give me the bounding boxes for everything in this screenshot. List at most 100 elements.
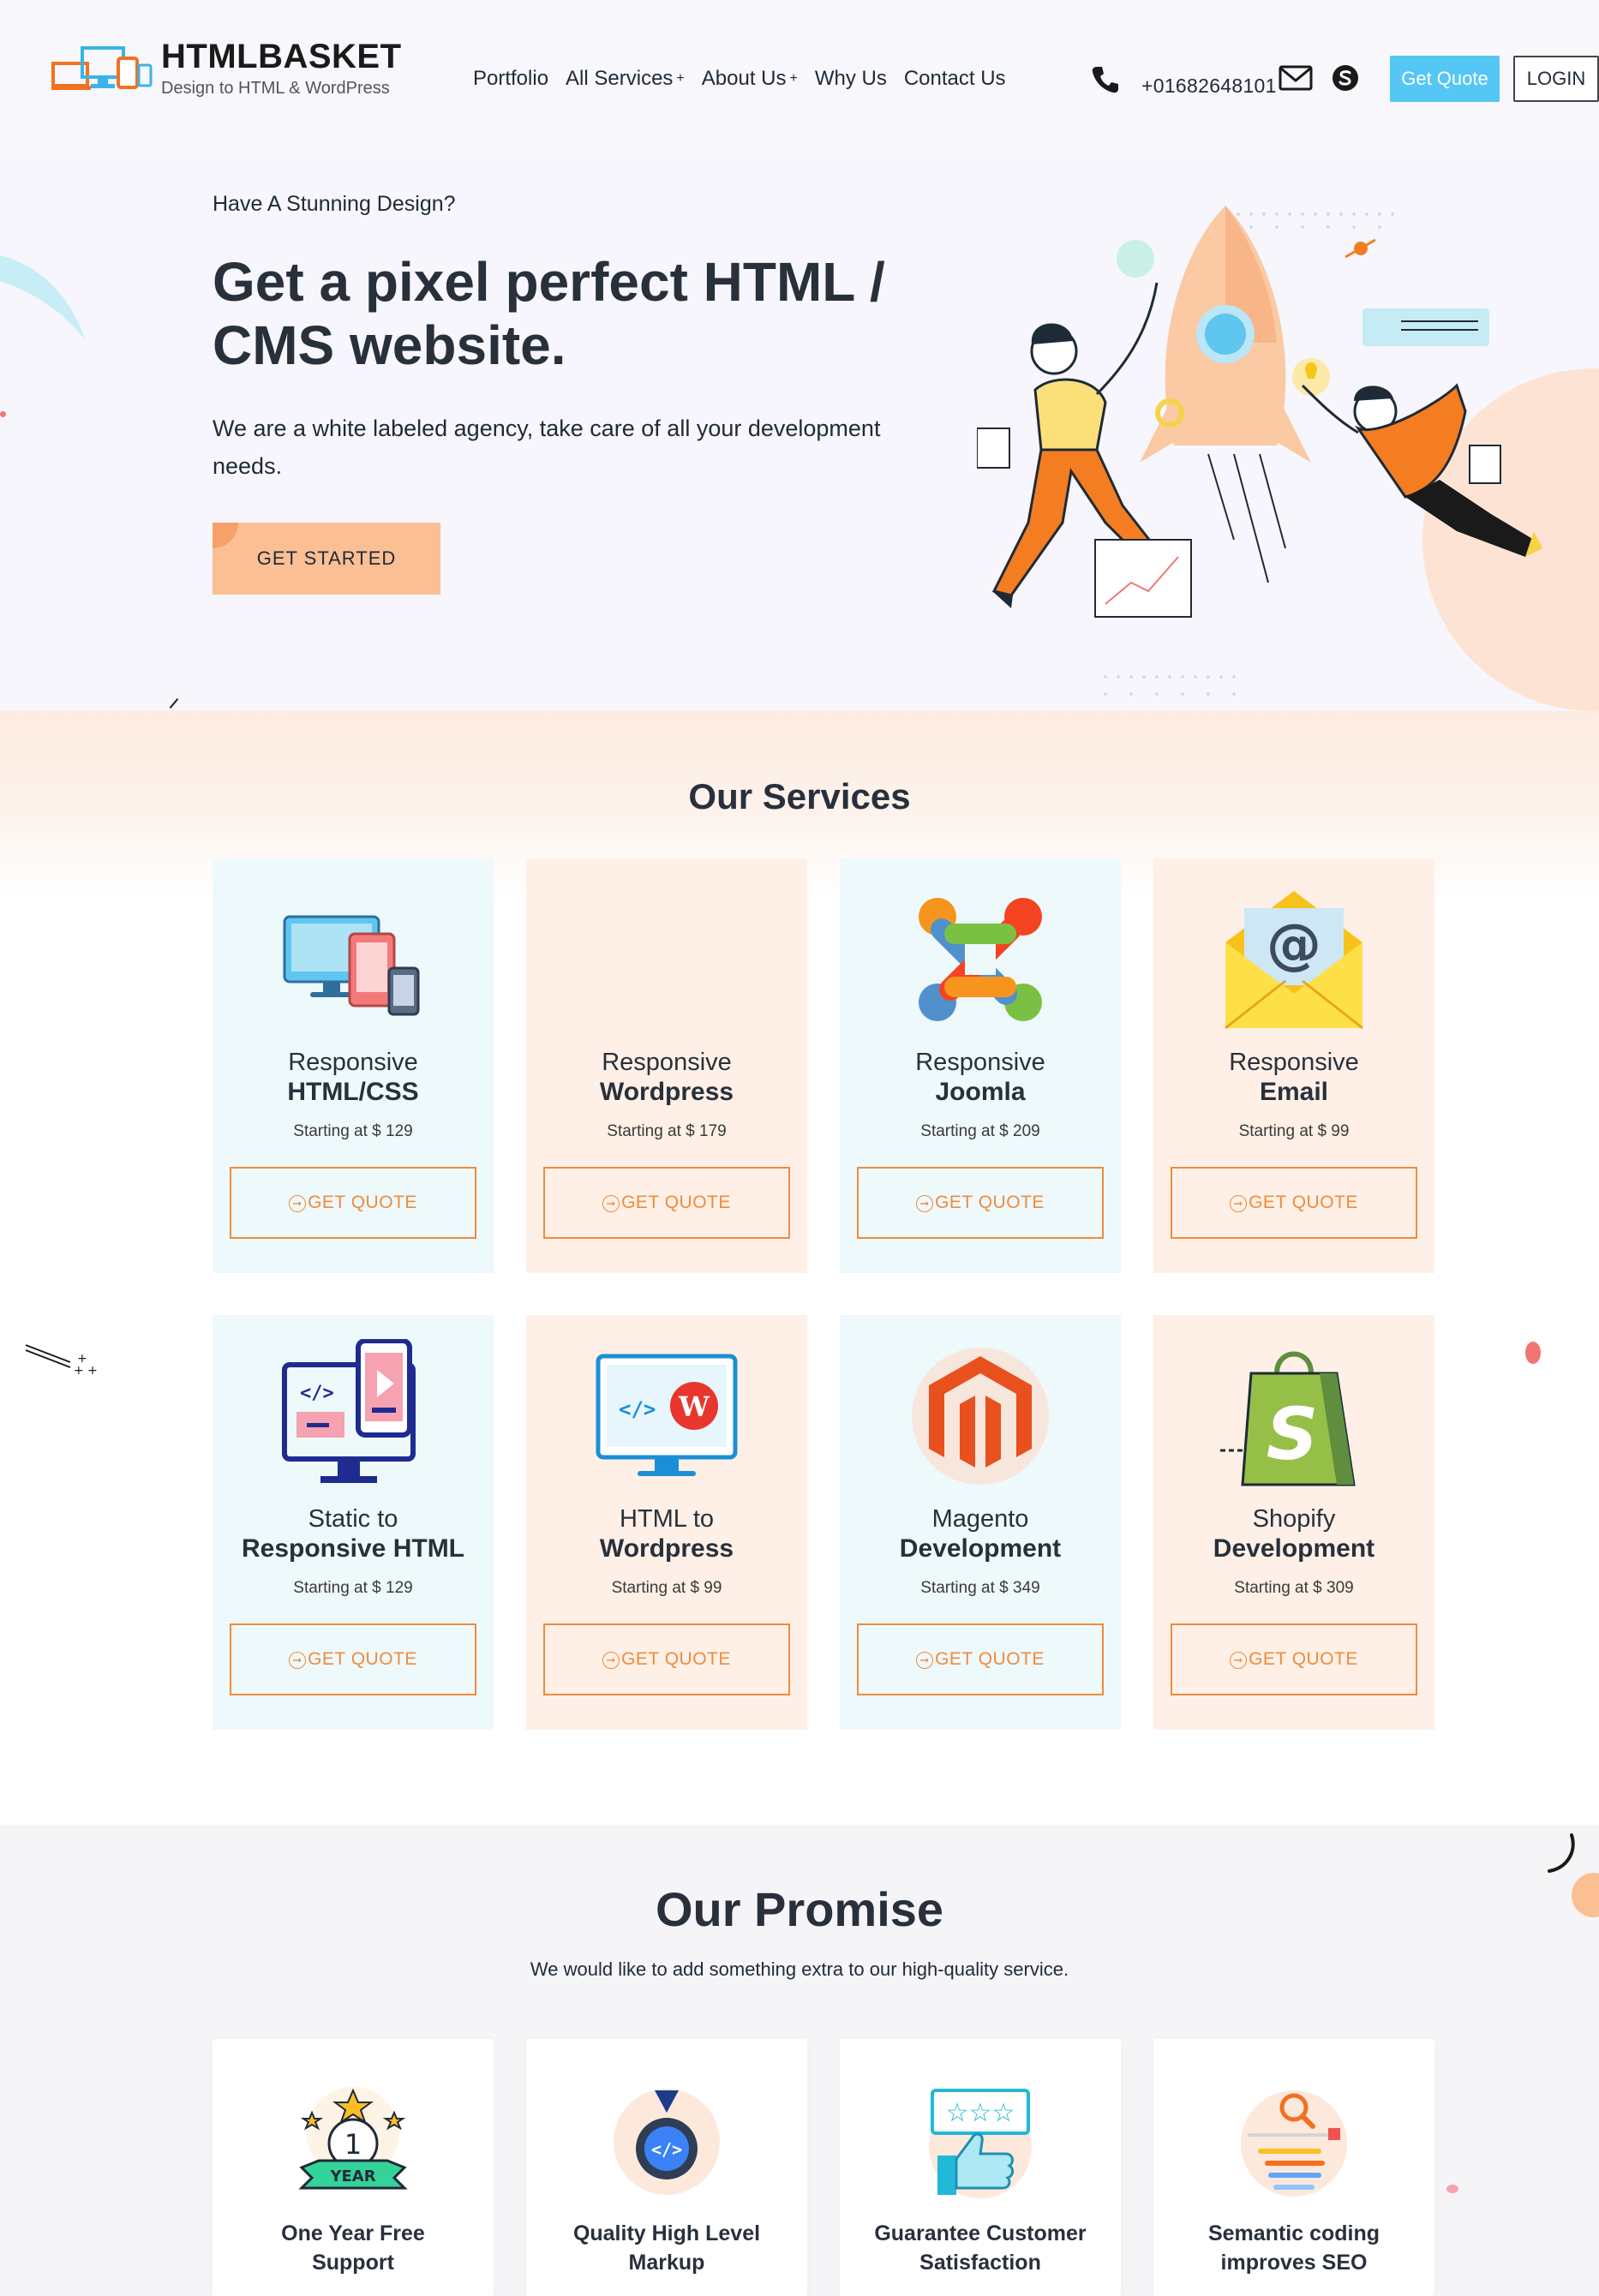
get-started-button[interactable]: GET STARTED [213, 523, 440, 595]
get-quote-button[interactable]: Get Quote [1390, 56, 1500, 102]
svg-text:W: W [678, 1390, 710, 1423]
seo-search-icon [1241, 2090, 1347, 2197]
email-icon: @ [1225, 891, 1363, 1030]
nav-contact-us[interactable]: Contact Us [904, 67, 1006, 91]
promise-card-quality: </> Quality High Level Markup [526, 2039, 807, 2296]
arrow-circle-icon: ➞ [916, 1652, 934, 1669]
phone-icon[interactable] [1090, 64, 1121, 95]
joomla-icon [919, 898, 1042, 1021]
arrow-circle-icon: ➞ [1230, 1195, 1248, 1212]
svg-text:+ +: + + [74, 1364, 98, 1378]
service-line2: Joomla [935, 1078, 1026, 1106]
contact-bar: +01682648101 [1090, 60, 1361, 99]
service-line2: Responsive HTML [241, 1534, 465, 1563]
thumbs-up-rating-icon: ☆☆☆ [929, 2089, 1032, 2198]
get-quote-label: GET QUOTE [621, 1649, 731, 1669]
html-to-wordpress-icon: </> W [596, 1354, 738, 1476]
get-quote-html-to-wordpress-button[interactable]: ➞ GET QUOTE [543, 1623, 790, 1695]
promise-label-line2: Markup [628, 2251, 705, 2275]
promise-label: One Year Free Support [213, 2219, 494, 2277]
get-quote-label: GET QUOTE [1249, 1193, 1358, 1212]
decorative-swoosh-icon [0, 255, 86, 341]
service-line1: Magento [931, 1505, 1029, 1533]
get-quote-label: GET QUOTE [935, 1193, 1045, 1212]
service-line1: Shopify [1252, 1505, 1336, 1533]
static-to-responsive-icon: </> [282, 1339, 416, 1483]
service-card-joomla: Responsive Joomla Starting at $ 209 ➞ GET… [840, 858, 1121, 1273]
devices-icon [283, 915, 420, 1016]
service-line2: Development [899, 1534, 1062, 1563]
promise-label-line1: Quality High Level [572, 2221, 761, 2245]
skype-icon[interactable] [1330, 63, 1361, 93]
service-line2: Wordpress [599, 1534, 734, 1563]
service-line2: Email [1259, 1078, 1329, 1106]
promise-label: Semantic coding improves SEO [1153, 2219, 1434, 2277]
get-quote-html-css-button[interactable]: ➞ GET QUOTE [230, 1167, 476, 1239]
quality-medal-icon: </> [614, 2089, 720, 2195]
get-quote-static-to-responsive-button[interactable]: ➞ GET QUOTE [230, 1623, 476, 1695]
promise-title: Our Promise [655, 1882, 944, 1936]
get-quote-wordpress-button[interactable]: ➞ GET QUOTE [543, 1167, 790, 1239]
magento-icon [912, 1348, 1049, 1485]
nav-portfolio[interactable]: Portfolio [473, 67, 548, 91]
service-line1: Responsive [288, 1049, 418, 1076]
nav-about-us[interactable]: About Us + [702, 67, 798, 91]
arrow-circle-icon: ➞ [1230, 1652, 1248, 1669]
service-line2: Development [1213, 1534, 1375, 1563]
get-started-label: GET STARTED [256, 547, 397, 569]
logo-tagline: Design to HTML & WordPress [161, 79, 390, 98]
service-price: Starting at $ 99 [1238, 1122, 1350, 1140]
svg-text:</>: </> [300, 1383, 334, 1404]
service-price: Starting at $ 209 [920, 1122, 1040, 1140]
nav-about-us-label: About Us [701, 67, 787, 90]
login-button[interactable]: LOGIN [1513, 56, 1599, 102]
service-line1: Responsive [915, 1049, 1045, 1076]
decorative-dot [0, 411, 6, 417]
nav-contact-us-label: Contact Us [903, 67, 1006, 90]
promise-label-line1: One Year Free [281, 2221, 425, 2245]
service-line2: HTML/CSS [287, 1078, 419, 1106]
service-line1: Responsive [1229, 1049, 1359, 1076]
service-price: Starting at $ 179 [607, 1122, 727, 1140]
service-card-html-css: Responsive HTML/CSS Starting at $ 129 ➞ G… [213, 858, 494, 1273]
promise-label-line2: Support [312, 2251, 394, 2275]
badge-number: 1 [344, 2128, 362, 2161]
get-quote-joomla-button[interactable]: ➞ GET QUOTE [857, 1167, 1104, 1239]
get-quote-label: GET QUOTE [935, 1649, 1045, 1669]
plus-icon: + [789, 71, 798, 86]
service-price: Starting at $ 129 [293, 1579, 413, 1597]
promise-label: Guarantee Customer Satisfaction [840, 2219, 1121, 2277]
phone-number[interactable]: +01682648101 [1141, 75, 1277, 98]
rocket-team-illustration-icon [977, 206, 1599, 711]
decorative-stroke [169, 697, 179, 709]
promise-label: Quality High Level Markup [526, 2219, 807, 2277]
promise-card-support: 1 YEAR One Year Free Support [213, 2039, 494, 2296]
svg-text:</>: </> [651, 2139, 682, 2160]
hero-title: Get a pixel perfect HTML / CMS website. [213, 251, 885, 376]
nav-why-us[interactable]: Why Us [815, 67, 887, 91]
service-line1: HTML to [619, 1505, 715, 1533]
mail-icon[interactable] [1279, 64, 1313, 92]
get-quote-email-button[interactable]: ➞ GET QUOTE [1171, 1167, 1417, 1239]
service-price: Starting at $ 129 [293, 1122, 413, 1140]
logo-name: HTMLBASKET [161, 38, 402, 75]
get-quote-magento-button[interactable]: ➞ GET QUOTE [857, 1623, 1104, 1695]
logo[interactable]: HTMLBASKET Design to HTML & WordPress [51, 33, 411, 110]
service-line1: Static to [308, 1505, 398, 1533]
get-quote-shopify-button[interactable]: ➞ GET QUOTE [1171, 1623, 1417, 1695]
promise-subtitle: We would like to add something extra to … [530, 1958, 1069, 1980]
service-card-email: @ Responsive Email Starting at $ 99 ➞ GET… [1153, 858, 1434, 1273]
arrow-circle-icon: ➞ [289, 1652, 307, 1669]
hero-description: We are a white labeled agency, take care… [213, 416, 881, 479]
nav-all-services-label: All Services [566, 67, 674, 90]
promise-card-seo: Semantic coding improves SEO [1153, 2039, 1434, 2296]
one-year-badge-icon: 1 YEAR [298, 2087, 408, 2190]
promise-section: Our Promise We would like to add somethi… [0, 1825, 1599, 2296]
service-card-static-to-responsive: </> Static to Responsive HTML Starting a… [213, 1315, 494, 1730]
get-quote-label: GET QUOTE [308, 1649, 417, 1669]
service-price: Starting at $ 99 [611, 1579, 722, 1597]
svg-text:☆☆☆: ☆☆☆ [946, 2098, 1015, 2128]
nav-all-services[interactable]: All Services + [566, 67, 685, 91]
plus-icon: + [676, 71, 685, 86]
services-section: Our Services + + + Responsive HTML/CSS S… [0, 711, 1599, 1825]
